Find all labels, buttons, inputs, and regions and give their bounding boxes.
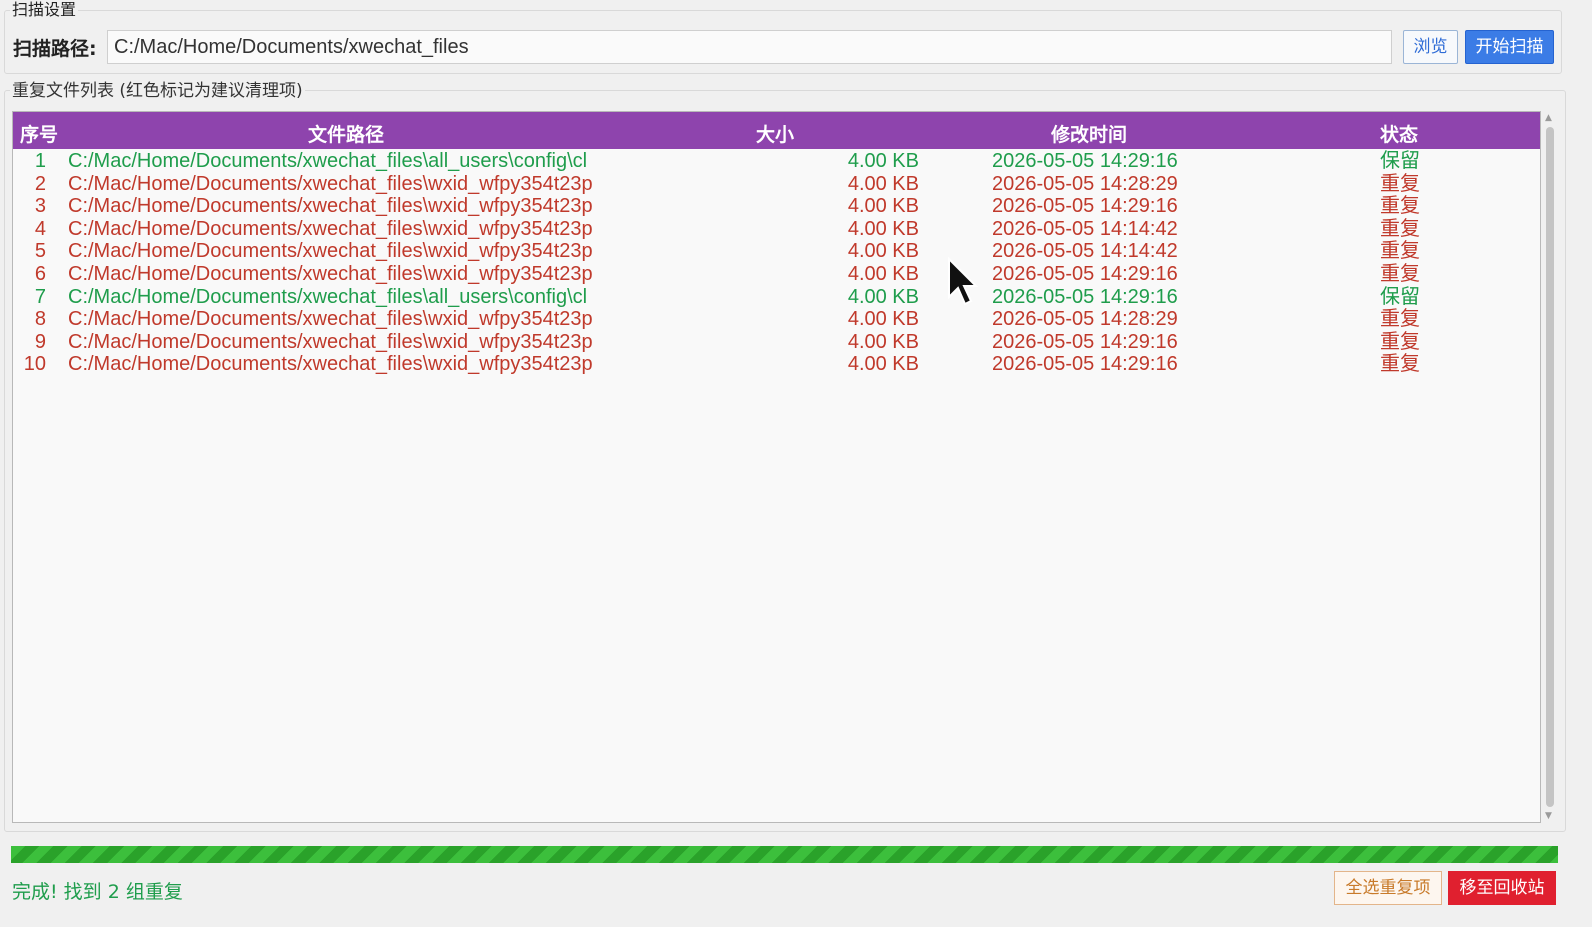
cell-path: C:/Mac/Home/Documents/xwechat_files\all_… xyxy=(68,150,588,172)
duplicate-list-title: 重复文件列表 (红色标记为建议清理项) xyxy=(10,81,305,101)
column-header-index[interactable]: 序号 xyxy=(20,120,58,147)
cell-size: 4.00 KB xyxy=(847,262,919,285)
browse-button[interactable]: 浏览 xyxy=(1403,30,1458,64)
cell-status: 重复 xyxy=(1380,330,1420,353)
cell-modified: 2026-05-05 14:29:16 xyxy=(992,353,1178,376)
cell-status: 重复 xyxy=(1380,353,1420,376)
cell-size: 4.00 KB xyxy=(847,172,919,195)
table-rows: 1 C:/Mac/Home/Documents/xwechat_files\al… xyxy=(13,150,1540,376)
mouse-pointer-icon xyxy=(948,257,978,306)
cell-path: C:/Mac/Home/Documents/xwechat_files\wxid… xyxy=(68,353,593,376)
cell-index: 7 xyxy=(34,285,46,308)
cell-modified: 2026-05-05 14:29:16 xyxy=(992,262,1178,285)
cell-size: 4.00 KB xyxy=(847,285,919,308)
cell-modified: 2026-05-05 14:14:42 xyxy=(992,240,1178,263)
cell-index: 5 xyxy=(34,240,46,263)
cell-status: 保留 xyxy=(1380,285,1420,308)
table-row[interactable]: 2 C:/Mac/Home/Documents/xwechat_files\wx… xyxy=(13,173,1540,196)
table-row[interactable]: 9 C:/Mac/Home/Documents/xwechat_files\wx… xyxy=(13,331,1540,354)
scan-path-input[interactable]: C:/Mac/Home/Documents/xwechat_files xyxy=(107,30,1392,64)
cell-status: 重复 xyxy=(1380,217,1420,240)
cell-modified: 2026-05-05 14:28:29 xyxy=(992,172,1178,195)
table-row[interactable]: 4 C:/Mac/Home/Documents/xwechat_files\wx… xyxy=(13,218,1540,241)
select-duplicates-button[interactable]: 全选重复项 xyxy=(1334,871,1442,905)
column-header-status[interactable]: 状态 xyxy=(1380,120,1418,147)
cell-modified: 2026-05-05 14:29:16 xyxy=(992,330,1178,353)
move-to-recycle-bin-button[interactable]: 移至回收站 xyxy=(1448,871,1556,905)
cell-modified: 2026-05-05 14:29:16 xyxy=(992,150,1178,172)
cell-modified: 2026-05-05 14:29:16 xyxy=(992,285,1178,308)
table-row[interactable]: 1 C:/Mac/Home/Documents/xwechat_files\al… xyxy=(13,150,1540,173)
scroll-down-arrow-icon[interactable]: ▼ xyxy=(1545,811,1552,821)
cell-index: 6 xyxy=(34,262,46,285)
cell-status: 重复 xyxy=(1380,240,1420,263)
cell-size: 4.00 KB xyxy=(847,195,919,218)
cell-index: 9 xyxy=(34,330,46,353)
cell-status: 重复 xyxy=(1380,308,1420,331)
cell-index: 2 xyxy=(34,172,46,195)
scan-path-label: 扫描路径: xyxy=(13,38,97,60)
column-header-modified[interactable]: 修改时间 xyxy=(1051,120,1127,147)
cell-size: 4.00 KB xyxy=(847,308,919,331)
cell-path: C:/Mac/Home/Documents/xwechat_files\wxid… xyxy=(68,217,593,240)
cell-index: 4 xyxy=(34,217,46,240)
cell-status: 重复 xyxy=(1380,195,1420,218)
cell-path: C:/Mac/Home/Documents/xwechat_files\wxid… xyxy=(68,308,593,331)
cell-index: 10 xyxy=(23,353,46,376)
cell-size: 4.00 KB xyxy=(847,150,919,172)
progress-bar-fill xyxy=(11,846,1558,863)
status-message: 完成! 找到 2 组重复 xyxy=(12,881,183,903)
table-row[interactable]: 3 C:/Mac/Home/Documents/xwechat_files\wx… xyxy=(13,195,1540,218)
table-row[interactable]: 6 C:/Mac/Home/Documents/xwechat_files\wx… xyxy=(13,263,1540,286)
cell-index: 8 xyxy=(34,308,46,331)
cell-modified: 2026-05-05 14:28:29 xyxy=(992,308,1178,331)
table-scrollbar[interactable]: ▲ ▼ xyxy=(1543,111,1557,823)
table-row[interactable]: 8 C:/Mac/Home/Documents/xwechat_files\wx… xyxy=(13,308,1540,331)
cell-index: 1 xyxy=(34,150,46,172)
cell-path: C:/Mac/Home/Documents/xwechat_files\wxid… xyxy=(68,330,593,353)
column-header-size[interactable]: 大小 xyxy=(756,120,794,147)
start-scan-button[interactable]: 开始扫描 xyxy=(1465,30,1554,64)
scroll-up-arrow-icon[interactable]: ▲ xyxy=(1545,113,1552,123)
table-row[interactable]: 5 C:/Mac/Home/Documents/xwechat_files\wx… xyxy=(13,240,1540,263)
cell-modified: 2026-05-05 14:29:16 xyxy=(992,195,1178,218)
table-header: 序号 文件路径 大小 修改时间 状态 xyxy=(13,112,1540,149)
cell-size: 4.00 KB xyxy=(847,330,919,353)
cell-size: 4.00 KB xyxy=(847,353,919,376)
scrollbar-thumb[interactable] xyxy=(1546,127,1554,807)
cell-size: 4.00 KB xyxy=(847,240,919,263)
cell-path: C:/Mac/Home/Documents/xwechat_files\wxid… xyxy=(68,240,593,263)
cell-path: C:/Mac/Home/Documents/xwechat_files\wxid… xyxy=(68,195,593,218)
table-row[interactable]: 7 C:/Mac/Home/Documents/xwechat_files\al… xyxy=(13,286,1540,309)
duplicate-table[interactable]: 序号 文件路径 大小 修改时间 状态 1 C:/Mac/Home/Documen… xyxy=(12,111,1541,823)
cell-status: 保留 xyxy=(1380,150,1420,172)
progress-bar xyxy=(11,846,1558,863)
cell-modified: 2026-05-05 14:14:42 xyxy=(992,217,1178,240)
table-row[interactable]: 10 C:/Mac/Home/Documents/xwechat_files\w… xyxy=(13,353,1540,376)
scan-settings-title: 扫描设置 xyxy=(10,0,79,20)
cell-size: 4.00 KB xyxy=(847,217,919,240)
cell-path: C:/Mac/Home/Documents/xwechat_files\wxid… xyxy=(68,262,593,285)
cell-index: 3 xyxy=(34,195,46,218)
cell-path: C:/Mac/Home/Documents/xwechat_files\wxid… xyxy=(68,172,593,195)
cell-path: C:/Mac/Home/Documents/xwechat_files\all_… xyxy=(68,285,588,308)
cell-status: 重复 xyxy=(1380,262,1420,285)
column-header-path[interactable]: 文件路径 xyxy=(308,120,384,147)
cell-status: 重复 xyxy=(1380,172,1420,195)
